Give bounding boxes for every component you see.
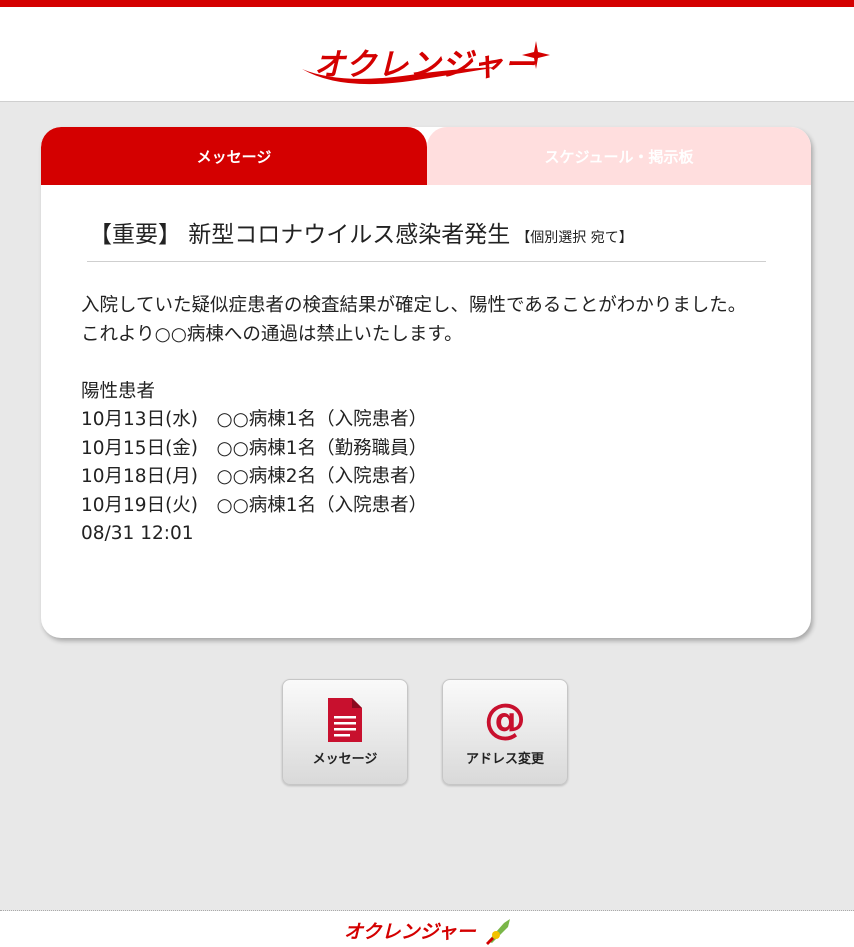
message-button[interactable]: メッセージ [282,679,408,785]
message-title-row: 【重要】 新型コロナウイルス感染者発生 【個別選択 宛て】 [89,215,769,249]
message-body: 入院していた疑似症患者の検査結果が確定し、陽性であることがわかりました。 これよ… [81,292,771,549]
body-line: 10月19日(火) ○○病棟1名（入院患者） [81,494,428,516]
document-icon [328,698,362,742]
body-line: 10月13日(水) ○○病棟1名（入院患者） [81,409,428,430]
header: オクレンジャー [0,7,854,102]
tab-message[interactable]: メッセージ [41,127,427,185]
logo-text: オクレンジャー [314,47,536,83]
rocket-icon [486,919,510,945]
message-button-label: メッセージ [312,752,378,767]
title-divider [87,261,766,262]
brand-logo[interactable]: オクレンジャー [300,39,552,85]
footer-logo: オクレンジャー [338,917,518,947]
message-recipient: 【個別選択 宛て】 [516,230,633,246]
footer-logo-text: オクレンジャー [344,921,476,943]
top-accent-bar [0,0,854,7]
body-line: 10月18日(月) ○○病棟2名（入院患者） [81,466,428,487]
body-line [81,349,771,378]
message-card: メッセージ スケジュール・掲示板 【重要】 新型コロナウイルス感染者発生 【個別選… [41,127,811,638]
address-change-label: アドレス変更 [465,752,544,767]
body-line: 入院していた疑似症患者の検査結果が確定し、陽性であることがわかりました。 [81,295,747,316]
address-change-button[interactable]: @ アドレス変更 [442,679,568,785]
at-sign-icon: @ [484,694,526,743]
body-line: これより○○病棟への通過は禁止いたします。 [81,323,463,345]
body-line: 10月15日(金) ○○病棟1名（勤務職員） [81,437,428,459]
tab-schedule-board[interactable]: スケジュール・掲示板 [427,127,811,185]
footer: オクレンジャー [0,911,854,947]
message-title: 【重要】 新型コロナウイルス感染者発生 [89,222,511,248]
message-timestamp: 08/31 12:01 [81,523,194,544]
body-line: 陽性患者 [81,380,156,402]
